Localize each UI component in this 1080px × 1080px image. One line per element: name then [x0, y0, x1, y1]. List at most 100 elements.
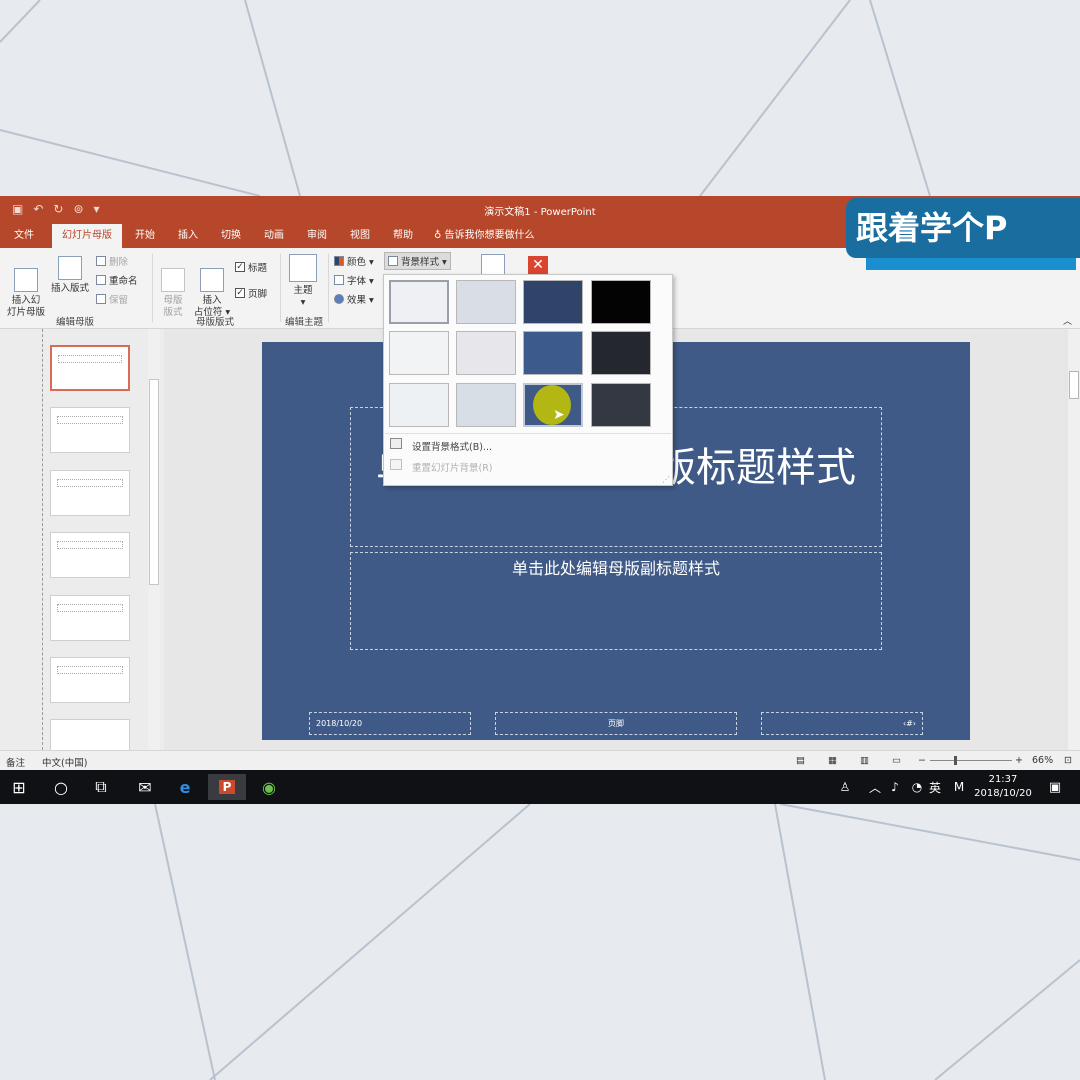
master-connector-line	[42, 329, 44, 750]
thumbnail-layout[interactable]	[50, 470, 130, 516]
task-view-icon[interactable]: ⧉	[86, 774, 116, 800]
background-style-swatch[interactable]	[389, 280, 449, 324]
reset-background-icon	[390, 459, 402, 470]
delete-button[interactable]: 删除	[96, 254, 128, 268]
cortana-icon[interactable]: ○	[46, 774, 76, 800]
mouse-pointer-icon: ➤	[553, 407, 565, 423]
background-style-swatch[interactable]	[591, 331, 651, 375]
tab-review[interactable]: 审阅	[298, 224, 336, 248]
tell-me-box[interactable]: ♁ 告诉我你想要做什么	[434, 224, 546, 248]
powerpoint-taskbar-icon[interactable]: P	[208, 774, 246, 800]
thumbnail-scrollbar[interactable]	[148, 329, 160, 750]
thumbnail-master[interactable]	[50, 345, 130, 391]
menu-divider	[385, 433, 671, 434]
format-background-menu-item[interactable]: 设置背景格式(B)...	[412, 439, 492, 453]
zoom-out-icon[interactable]: −	[918, 755, 926, 766]
colors-button[interactable]: 颜色 ▾	[334, 254, 374, 268]
notification-icon[interactable]: ▣	[1040, 774, 1070, 800]
group-label-edit-master: 编辑母版	[55, 317, 94, 328]
theme-icon	[289, 254, 317, 282]
background-style-swatch[interactable]	[523, 331, 583, 375]
tab-file[interactable]: 文件	[4, 224, 44, 248]
thumbnail-layout[interactable]	[50, 595, 130, 641]
fit-slide-icon[interactable]: ⊡	[1064, 755, 1072, 766]
people-icon[interactable]: ♙	[830, 774, 860, 800]
reset-background-menu-item[interactable]: 重置幻灯片背景(R)	[412, 460, 493, 474]
ribbon-separator	[328, 254, 329, 322]
colors-icon	[334, 256, 344, 266]
background-style-swatch[interactable]	[456, 383, 516, 427]
background-styles-gallery: ➤ 设置背景格式(B)... 重置幻灯片背景(R) ⋰	[383, 274, 673, 486]
background-style-swatch[interactable]	[523, 280, 583, 324]
zoom-slider[interactable]	[930, 760, 1012, 761]
normal-view-icon[interactable]: ▤	[796, 755, 805, 766]
zoom-in-icon[interactable]: +	[1015, 755, 1023, 766]
background-style-swatch[interactable]	[389, 331, 449, 375]
language-indicator: 中文(中国)	[42, 758, 88, 769]
preserve-icon	[96, 294, 106, 304]
tab-insert[interactable]: 插入	[168, 224, 208, 248]
rename-icon	[96, 275, 106, 285]
checkbox-checked-icon: ✓	[235, 287, 245, 298]
tab-home[interactable]: 开始	[126, 224, 164, 248]
footer-placeholder[interactable]: 页脚	[495, 712, 737, 735]
scrollbar-thumb[interactable]	[1069, 371, 1079, 399]
tab-transitions[interactable]: 切换	[212, 224, 250, 248]
slide-number-placeholder[interactable]: ‹#›	[761, 712, 923, 735]
insert-placeholder-button[interactable]: 插入 占位符 ▾	[192, 256, 232, 319]
placeholder-icon	[200, 268, 224, 292]
thumbnail-layout[interactable]	[50, 407, 130, 453]
background-style-swatch[interactable]	[456, 280, 516, 324]
reading-view-icon[interactable]: ▥	[860, 755, 869, 766]
tab-animations[interactable]: 动画	[254, 224, 294, 248]
resize-grip-icon[interactable]: ⋰	[662, 475, 670, 484]
effects-button[interactable]: 效果 ▾	[334, 292, 374, 306]
clock[interactable]: 21:37 2018/10/20	[970, 773, 1036, 801]
tab-help[interactable]: 帮助	[384, 224, 422, 248]
notes-button[interactable]: 备注	[6, 755, 25, 769]
group-label-edit-theme: 编辑主题	[284, 317, 323, 328]
background-style-swatch[interactable]	[456, 331, 516, 375]
editor-scrollbar[interactable]	[1068, 329, 1080, 750]
background-styles-icon	[388, 256, 398, 266]
insert-layout-button[interactable]: 插入版式	[48, 256, 92, 295]
format-background-icon	[390, 438, 402, 449]
group-label-master-layout: 母版版式	[195, 317, 234, 328]
title-checkbox[interactable]: ✓ 标题	[235, 260, 267, 274]
close-master-view-button[interactable]: ✕	[528, 256, 550, 274]
background-styles-button[interactable]: 背景样式 ▾	[384, 252, 451, 270]
preserve-button[interactable]: 保留	[96, 292, 128, 306]
mail-icon[interactable]: ✉	[130, 774, 160, 800]
scrollbar-thumb[interactable]	[149, 379, 159, 585]
thumbnail-layout[interactable]	[50, 657, 130, 703]
watermark-bar	[866, 258, 1076, 270]
themes-button[interactable]: 主题 ▾	[286, 254, 320, 309]
date-placeholder[interactable]: 2018/10/20	[309, 712, 471, 735]
slide-master-icon	[14, 268, 38, 292]
app-icon[interactable]: ◉	[254, 774, 284, 800]
background-style-swatch[interactable]	[591, 383, 651, 427]
edge-icon[interactable]: e	[170, 774, 200, 800]
zoom-level[interactable]: 66%	[1032, 755, 1053, 766]
tab-view[interactable]: 视图	[340, 224, 380, 248]
collapse-ribbon-icon[interactable]: ︿	[1063, 314, 1072, 327]
background-style-swatch[interactable]	[591, 280, 651, 324]
slideshow-icon[interactable]: ▭	[892, 755, 901, 766]
zoom-slider-thumb[interactable]	[954, 756, 957, 765]
delete-icon	[96, 256, 106, 266]
background-style-swatch[interactable]	[389, 383, 449, 427]
footer-checkbox[interactable]: ✓ 页脚	[235, 286, 267, 300]
slide-sorter-icon[interactable]: ▦	[828, 755, 837, 766]
status-bar: 备注 中文(中国) ▤ ▦ ▥ ▭ − + 66% ⊡	[0, 750, 1080, 771]
lightbulb-icon: ♁	[434, 230, 445, 241]
thumbnail-layout[interactable]	[50, 532, 130, 578]
fonts-icon	[334, 275, 344, 285]
subtitle-placeholder[interactable]: 单击此处编辑母版副标题样式	[350, 552, 882, 650]
insert-slide-master-button[interactable]: 插入幻 灯片母版	[6, 256, 46, 319]
rename-button[interactable]: 重命名	[96, 273, 138, 287]
master-layout-button[interactable]: 母版 版式	[158, 256, 188, 319]
windows-start-icon[interactable]: ⊞	[4, 774, 34, 800]
tab-slide-master[interactable]: 幻灯片母版	[52, 224, 122, 248]
fonts-button[interactable]: 字体 ▾	[334, 273, 374, 287]
background-style-swatch[interactable]: ➤	[523, 383, 583, 427]
